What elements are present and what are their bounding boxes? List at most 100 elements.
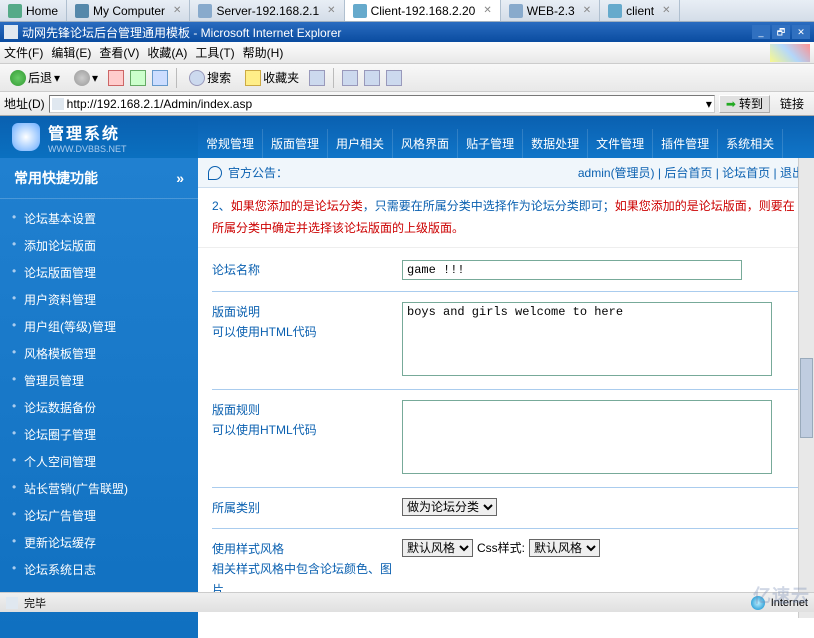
refresh-button[interactable] — [130, 70, 146, 86]
window-restore-button[interactable]: 🗗 — [772, 25, 790, 39]
sidebar-header[interactable]: 常用快捷功能 » — [0, 158, 198, 199]
window-close-button[interactable]: ✕ — [792, 25, 810, 39]
nav-item[interactable]: 贴子管理 — [458, 129, 523, 158]
nav-item[interactable]: 风格界面 — [393, 129, 458, 158]
nav-item[interactable]: 文件管理 — [588, 129, 653, 158]
favorites-button[interactable]: 收藏夹 — [241, 67, 303, 88]
favorites-label: 收藏夹 — [263, 69, 299, 86]
back-icon — [10, 70, 26, 86]
notice-red-a: 如果您添加的是论坛分类 — [231, 199, 363, 213]
close-icon[interactable]: ✕ — [583, 5, 591, 16]
search-icon — [189, 70, 205, 86]
admin-nav: 常规管理版面管理用户相关风格界面贴子管理数据处理文件管理插件管理系统相关 — [198, 116, 814, 158]
address-box[interactable]: ▾ — [49, 95, 715, 113]
nav-item[interactable]: 插件管理 — [653, 129, 718, 158]
close-icon[interactable]: ✕ — [483, 5, 491, 16]
logo-url: WWW.DVBBS.NET — [48, 144, 127, 154]
category-select[interactable]: 做为论坛分类 — [402, 498, 497, 516]
search-button[interactable]: 搜索 — [185, 67, 235, 88]
sidebar-item[interactable]: 论坛数据备份 — [0, 394, 198, 421]
tab-icon — [198, 4, 212, 18]
stop-button[interactable] — [108, 70, 124, 86]
dropdown-icon[interactable]: ▾ — [706, 97, 712, 111]
ie-menu-item[interactable]: 文件(F) — [4, 44, 43, 61]
tab-label: My Computer — [93, 4, 165, 18]
css-select[interactable]: 默认风格 — [529, 539, 600, 557]
sidebar-item[interactable]: 论坛圈子管理 — [0, 421, 198, 448]
zone-text: Internet — [771, 597, 808, 609]
close-icon[interactable]: ✕ — [327, 5, 335, 16]
ie-menu-item[interactable]: 收藏(A) — [147, 44, 187, 61]
vm-tab[interactable]: Server-192.168.2.1✕ — [190, 0, 344, 21]
ie-title-bar: 动网先锋论坛后台管理通用模板 - Microsoft Internet Expl… — [0, 22, 814, 42]
address-input[interactable] — [67, 97, 703, 111]
edit-button[interactable] — [386, 70, 402, 86]
sidebar-item[interactable]: 论坛广告管理 — [0, 502, 198, 529]
go-button[interactable]: ➡ 转到 — [719, 95, 770, 113]
backend-home-link[interactable]: 后台首页 — [664, 166, 712, 180]
forum-desc-textarea[interactable]: boys and girls welcome to here — [402, 302, 772, 376]
forward-icon — [74, 70, 90, 86]
nav-item[interactable]: 系统相关 — [718, 129, 783, 158]
nav-item[interactable]: 版面管理 — [263, 129, 328, 158]
sidebar-item[interactable]: 论坛系统日志 — [0, 556, 198, 583]
ie-menu-item[interactable]: 编辑(E) — [51, 44, 91, 61]
sidebar-item[interactable]: 论坛版面管理 — [0, 259, 198, 286]
nav-item[interactable]: 常规管理 — [198, 129, 263, 158]
vm-tab[interactable]: WEB-2.3✕ — [501, 0, 600, 21]
sidebar-item[interactable]: 论坛基本设置 — [0, 205, 198, 232]
close-icon[interactable]: ✕ — [173, 5, 181, 16]
forum-rules-sub: 可以使用HTML代码 — [212, 420, 392, 440]
forum-rules-textarea[interactable] — [402, 400, 772, 474]
ie-menu-item[interactable]: 查看(V) — [99, 44, 139, 61]
nav-item[interactable]: 用户相关 — [328, 129, 393, 158]
sidebar-item[interactable]: 管理员管理 — [0, 367, 198, 394]
back-label: 后退 — [28, 69, 52, 86]
history-button[interactable] — [309, 70, 325, 86]
page-icon — [52, 98, 64, 110]
forum-desc-label: 版面说明 可以使用HTML代码 — [212, 302, 392, 343]
forward-button[interactable]: ▾ — [70, 68, 102, 88]
mail-button[interactable] — [342, 70, 358, 86]
ie-menu-item[interactable]: 工具(T) — [195, 44, 234, 61]
sidebar-item[interactable]: 个人空间管理 — [0, 448, 198, 475]
forum-name-input[interactable] — [402, 260, 742, 280]
nav-item[interactable]: 数据处理 — [523, 129, 588, 158]
separator — [176, 68, 177, 88]
back-button[interactable]: 后退 ▾ — [6, 67, 64, 88]
sidebar-item[interactable]: 更新论坛缓存 — [0, 529, 198, 556]
logo-text: 管理系统 — [48, 120, 127, 144]
scroll-thumb[interactable] — [800, 358, 813, 438]
vm-tab[interactable]: Home — [0, 0, 67, 21]
admin-body: 常用快捷功能 » 论坛基本设置添加论坛版面论坛版面管理用户资料管理用户组(等级)… — [0, 158, 814, 638]
vm-tab[interactable]: Client-192.168.2.20 ✕ — [345, 0, 501, 21]
user-link[interactable]: admin — [578, 166, 611, 180]
links-button[interactable]: 链接 — [774, 95, 810, 112]
forum-name-label: 论坛名称 — [212, 260, 392, 280]
ie-menu-item[interactable]: 帮助(H) — [243, 44, 284, 61]
print-button[interactable] — [364, 70, 380, 86]
style-select[interactable]: 默认风格 — [402, 539, 473, 557]
sidebar-item[interactable]: 风格模板管理 — [0, 340, 198, 367]
home-button[interactable] — [152, 70, 168, 86]
sidebar-item[interactable]: 添加论坛版面 — [0, 232, 198, 259]
scrollbar-vertical[interactable] — [798, 158, 814, 618]
sidebar-item[interactable]: 用户组(等级)管理 — [0, 313, 198, 340]
forum-desc-sub: 可以使用HTML代码 — [212, 322, 392, 342]
sidebar-item[interactable]: 用户资料管理 — [0, 286, 198, 313]
separator — [333, 68, 334, 88]
sidebar-item[interactable]: 站长营销(广告联盟) — [0, 475, 198, 502]
notice-b: ，只需要在所属分类中选择作为论坛分类即可； — [363, 199, 615, 213]
content-area: 官方公告： admin(管理员) | 后台首页 | 论坛首页 | 退出 2、如果… — [198, 158, 814, 638]
tab-label: Client-192.168.2.20 — [371, 4, 476, 18]
ie-toolbar: 后退 ▾ ▾ 搜索 收藏夹 — [0, 64, 814, 92]
window-minimize-button[interactable]: _ — [752, 25, 770, 39]
announce-icon — [208, 166, 222, 180]
vm-tab[interactable]: My Computer ✕ — [67, 0, 190, 21]
forum-home-link[interactable]: 论坛首页 — [722, 166, 770, 180]
vm-tab[interactable]: client✕ — [600, 0, 679, 21]
go-label: 转到 — [739, 95, 763, 112]
close-icon[interactable]: ✕ — [662, 5, 670, 16]
vm-tabs-bar: HomeMy Computer✕Server-192.168.2.1✕Clien… — [0, 0, 814, 22]
category-label: 所属类别 — [212, 498, 392, 518]
